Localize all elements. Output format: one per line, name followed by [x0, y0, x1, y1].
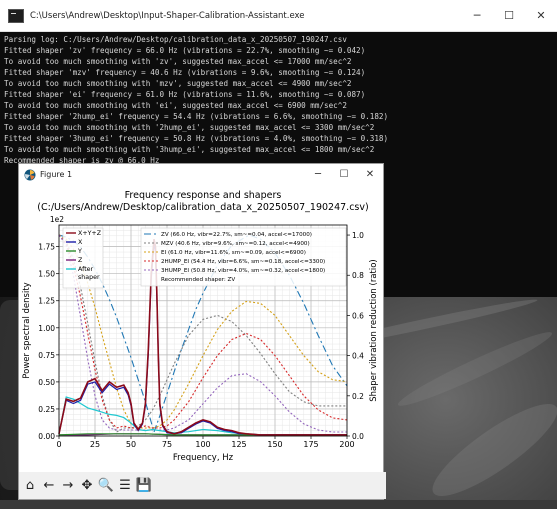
legend-label: After	[78, 266, 94, 273]
figure-window: Figure 1 ─ ☐ ✕ Frequency response and sh…	[18, 163, 386, 500]
console-titlebar[interactable]: C:\Users\Andrew\Desktop\Input-Shaper-Cal…	[0, 0, 557, 32]
figure-toolbar: ⌂ ← → ✥ 🔍 ☰ 💾	[19, 472, 386, 499]
x-tick-label: 75	[162, 440, 172, 449]
legend-label: ZV (66.0 Hz, vibr=22.7%, sm~=0.04, accel…	[161, 232, 312, 238]
legend-label: EI (61.0 Hz, vibr=11.6%, sm~=0.09, accel…	[161, 250, 306, 256]
figure-close-button[interactable]: ✕	[357, 164, 383, 185]
y2-tick-label: 0.8	[352, 271, 364, 280]
y2-tick-label: 0.6	[352, 311, 364, 320]
recommended-shaper-label: Recommended shaper: ZV	[161, 277, 235, 283]
chart-title: Frequency response and shapers	[125, 190, 282, 201]
console-line: Fitted shaper '2hump_ei' frequency = 54.…	[4, 112, 389, 121]
forward-arrow-icon[interactable]: →	[60, 478, 76, 494]
legend-label: shaper	[78, 274, 100, 281]
console-maximize-button[interactable]: ☐	[493, 0, 525, 31]
legend-label: 3HUMP_EI (50.8 Hz, vibr=4.0%, sm~=0.32, …	[161, 268, 325, 274]
pan-icon[interactable]: ✥	[79, 478, 95, 494]
x-tick-label: 175	[303, 440, 318, 449]
legend-label: 2HUMP_EI (54.4 Hz, vibr=6.6%, sm~=0.18, …	[161, 259, 325, 265]
y2-tick-label: 0.0	[352, 432, 364, 441]
console-app-icon	[8, 8, 24, 23]
save-icon[interactable]: 💾	[136, 478, 152, 494]
frequency-response-chart: Frequency response and shapers(C:/Users/…	[22, 190, 379, 463]
y-tick-label: 1.75	[38, 243, 55, 252]
y-tick-label: 0.75	[38, 351, 55, 360]
y-tick-label: 0.50	[38, 378, 55, 387]
figure-titlebar[interactable]: Figure 1 ─ ☐ ✕	[19, 164, 383, 185]
x-tick-label: 0	[56, 440, 61, 449]
console-line: Fitted shaper '3hump_ei' frequency = 50.…	[4, 134, 389, 143]
console-line: Fitted shaper 'ei' frequency = 61.0 Hz (…	[4, 90, 366, 99]
console-line: Fitted shaper 'zv' frequency = 66.0 Hz (…	[4, 46, 366, 55]
legend-label: X	[78, 239, 83, 246]
console-minimize-button[interactable]: ─	[461, 0, 493, 31]
console-close-button[interactable]: ✕	[525, 0, 557, 31]
home-icon[interactable]: ⌂	[22, 478, 38, 494]
console-line: To avoid too much smoothing with '3hump_…	[4, 145, 375, 154]
y-tick-label: 0.25	[38, 405, 55, 414]
x-tick-label: 200	[339, 440, 354, 449]
y-multiplier: 1e2	[50, 215, 64, 224]
figure-title: Figure 1	[40, 170, 73, 179]
console-line: To avoid too much smoothing with '2hump_…	[4, 123, 375, 132]
x-axis-label: Frequency, Hz	[173, 453, 234, 463]
x-tick-label: 25	[90, 440, 100, 449]
y2-tick-label: 0.2	[352, 392, 364, 401]
y-tick-label: 0.00	[38, 432, 55, 441]
x-tick-label: 50	[126, 440, 136, 449]
zoom-icon[interactable]: 🔍	[98, 478, 114, 494]
console-line: To avoid too much smoothing with 'zv', s…	[4, 57, 352, 66]
legend-label: Z	[78, 257, 83, 264]
console-line: Parsing log: C:/Users/Andrew/Desktop/cal…	[4, 35, 347, 44]
legend-label: MZV (40.6 Hz, vibr=9.6%, sm~=0.12, accel…	[161, 241, 310, 247]
y-axis-label: Power spectral density	[22, 282, 32, 378]
configure-subplots-icon[interactable]: ☰	[117, 478, 133, 494]
x-tick-label: 125	[231, 440, 246, 449]
console-title: C:\Users\Andrew\Desktop\Input-Shaper-Cal…	[30, 10, 305, 21]
figure-minimize-button[interactable]: ─	[305, 164, 331, 185]
x-tick-label: 100	[195, 440, 210, 449]
legend-label: Y	[77, 248, 82, 255]
back-arrow-icon[interactable]: ←	[41, 478, 57, 494]
y-tick-label: 1.25	[38, 297, 55, 306]
y2-tick-label: 1.0	[352, 231, 364, 240]
console-line: To avoid too much smoothing with 'mzv', …	[4, 79, 352, 88]
console-line: Fitted shaper 'mzv' frequency = 40.6 Hz …	[4, 68, 366, 77]
legend-label: X+Y+Z	[78, 230, 102, 237]
figure-maximize-button[interactable]: ☐	[331, 164, 357, 185]
console-output: Parsing log: C:/Users/Andrew/Desktop/cal…	[4, 34, 553, 166]
x-tick-label: 150	[267, 440, 282, 449]
chart-subtitle: (C:/Users/Andrew/Desktop/calibration_dat…	[37, 202, 368, 213]
console-line: To avoid too much smoothing with 'ei', s…	[4, 101, 347, 110]
y-tick-label: 1.50	[38, 270, 55, 279]
y2-axis-label: Shaper vibration reduction (ratio)	[369, 259, 379, 402]
matplotlib-icon	[24, 169, 36, 180]
y-tick-label: 1.00	[38, 324, 55, 333]
plot-canvas[interactable]: Frequency response and shapers (C:/Users/…	[19, 185, 383, 472]
y2-tick-label: 0.4	[352, 352, 364, 361]
